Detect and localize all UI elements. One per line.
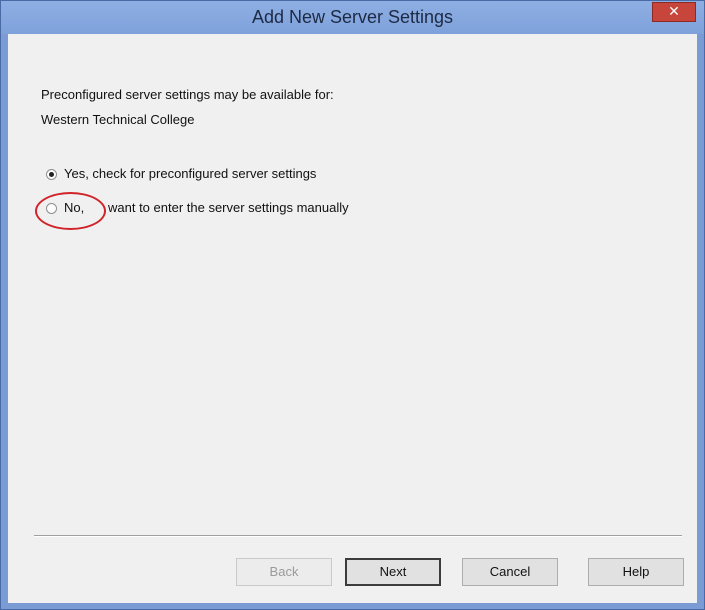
title-bar[interactable]: Add New Server Settings ✕	[1, 1, 704, 34]
close-button[interactable]: ✕	[652, 2, 696, 22]
close-icon: ✕	[668, 4, 680, 20]
dialog-body: Preconfigured server settings may be ava…	[8, 34, 697, 603]
institution-name: Western Technical College	[41, 112, 195, 127]
cancel-button[interactable]: Cancel	[462, 558, 558, 586]
radio-label-yes: Yes, check for preconfigured server sett…	[64, 166, 317, 181]
dialog-window: Add New Server Settings ✕ Preconfigured …	[0, 0, 705, 610]
annotation-ellipse	[35, 192, 106, 230]
back-button[interactable]: Back	[236, 558, 332, 586]
radio-label-no-continued: want to enter the server settings manual…	[108, 200, 349, 215]
intro-text: Preconfigured server settings may be ava…	[41, 87, 334, 102]
help-button[interactable]: Help	[588, 558, 684, 586]
footer-separator	[34, 535, 682, 537]
dialog-title: Add New Server Settings	[251, 7, 454, 27]
next-button[interactable]: Next	[345, 558, 441, 586]
radio-button-yes[interactable]	[46, 169, 57, 180]
